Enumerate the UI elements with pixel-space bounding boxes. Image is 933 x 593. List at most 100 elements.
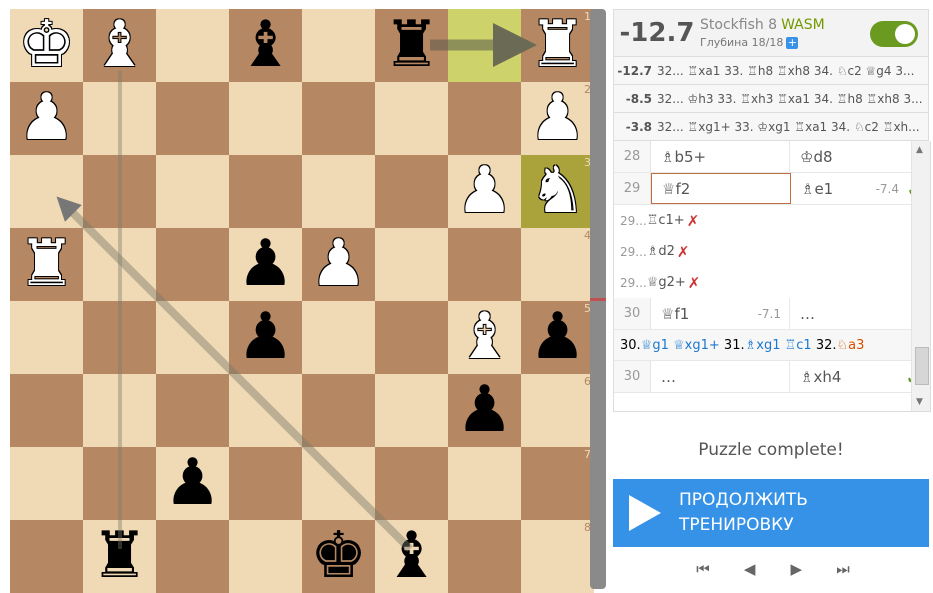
board-square[interactable]: ♝: [448, 301, 521, 374]
white-knight-icon[interactable]: ♞: [529, 155, 586, 228]
move-white[interactable]: …: [651, 361, 790, 392]
board-square[interactable]: [10, 155, 83, 228]
board-square[interactable]: 7: [521, 447, 594, 520]
black-rook-icon[interactable]: ♜: [91, 520, 148, 593]
board-square[interactable]: [156, 228, 229, 301]
board-square[interactable]: 8: [521, 520, 594, 593]
plus-icon[interactable]: +: [786, 37, 799, 49]
board-square[interactable]: ♟: [229, 228, 302, 301]
board-square[interactable]: ♝: [83, 9, 156, 82]
board-square[interactable]: ♟: [156, 447, 229, 520]
board-square[interactable]: 1 ♜: [521, 9, 594, 82]
board-square[interactable]: [448, 82, 521, 155]
board-square[interactable]: ♟: [10, 82, 83, 155]
board-square[interactable]: [156, 374, 229, 447]
move-white[interactable]: ♗b5+: [651, 141, 790, 172]
board-square[interactable]: [375, 447, 448, 520]
white-pawn-icon[interactable]: ♟: [529, 82, 586, 155]
board-square[interactable]: ♝: [375, 520, 448, 593]
black-pawn-icon[interactable]: ♟: [237, 301, 294, 374]
board-square[interactable]: ♜: [375, 9, 448, 82]
white-rook-icon[interactable]: ♜: [529, 9, 586, 82]
board-square[interactable]: ♜: [83, 520, 156, 593]
white-pawn-icon[interactable]: ♟: [456, 155, 513, 228]
pv-line[interactable]: -3.8 32... ♖xg1+ 33. ♔xg1 ♖xa1 34. ♘c2 ♖x…: [613, 113, 929, 141]
white-pawn-icon[interactable]: ♟: [310, 228, 367, 301]
board-square[interactable]: [448, 520, 521, 593]
black-bishop-icon[interactable]: ♝: [237, 9, 294, 82]
move-white[interactable]: ♕f1 -7.1: [651, 298, 790, 329]
move-black[interactable]: …: [790, 298, 929, 329]
board-square[interactable]: [448, 228, 521, 301]
move-white-selected[interactable]: ♕f2: [651, 173, 791, 204]
last-move-icon[interactable]: ⏭: [823, 557, 863, 581]
board-square[interactable]: [10, 447, 83, 520]
board-square[interactable]: ♟: [302, 228, 375, 301]
black-pawn-icon[interactable]: ♟: [164, 447, 221, 520]
board-square[interactable]: [448, 447, 521, 520]
board-square[interactable]: ♟: [448, 155, 521, 228]
board-square[interactable]: [229, 82, 302, 155]
board-square[interactable]: ♜: [10, 228, 83, 301]
white-king-icon[interactable]: ♚: [18, 9, 75, 82]
chess-board[interactable]: ♚ ♝ ♝ ♜ 1 ♜ ♟ 2 ♟ ♟ 3 ♞ ♜ ♟ ♟ 4 ♟ ♝ 5 ♟ ♟ 6 ♟ 7 ♜ ♚ ♝ 8: [10, 9, 594, 593]
scroll-thumb[interactable]: [915, 347, 929, 385]
move-black[interactable]: ♗e1-7.4✓: [791, 173, 930, 204]
board-square[interactable]: [375, 301, 448, 374]
white-bishop-icon[interactable]: ♝: [456, 301, 513, 374]
white-bishop-icon[interactable]: ♝: [91, 9, 148, 82]
board-square[interactable]: [10, 301, 83, 374]
board-square[interactable]: [302, 9, 375, 82]
board-square[interactable]: [229, 520, 302, 593]
bad-move[interactable]: 29... ♗d2 ✗: [614, 236, 930, 267]
board-square[interactable]: ♝: [229, 9, 302, 82]
board-square[interactable]: [83, 301, 156, 374]
board-square[interactable]: [156, 9, 229, 82]
prev-move-icon[interactable]: ◀: [730, 557, 770, 581]
pv-line[interactable]: -8.5 32... ♔h3 33. ♖xh3 ♖xa1 34. ♖h8 ♖xh8…: [613, 85, 929, 113]
board-square[interactable]: 2 ♟: [521, 82, 594, 155]
board-square[interactable]: 3 ♞: [521, 155, 594, 228]
black-king-icon[interactable]: ♚: [310, 520, 367, 593]
move-list-scrollbar[interactable]: ▲ ▼: [911, 141, 930, 411]
board-resize-handle[interactable]: [590, 9, 606, 589]
board-square[interactable]: [10, 374, 83, 447]
board-square[interactable]: [302, 155, 375, 228]
board-square[interactable]: [229, 374, 302, 447]
board-square[interactable]: [83, 82, 156, 155]
bad-move[interactable]: 29... ♕g2+ ✗: [614, 267, 930, 298]
board-square[interactable]: 6: [521, 374, 594, 447]
board-square[interactable]: [156, 82, 229, 155]
board-square[interactable]: [302, 82, 375, 155]
move-black[interactable]: ♗xh4✓: [790, 361, 929, 392]
black-pawn-icon[interactable]: ♟: [456, 374, 513, 447]
board-square[interactable]: [448, 9, 521, 82]
board-square[interactable]: [83, 228, 156, 301]
board-square[interactable]: [302, 301, 375, 374]
board-square[interactable]: ♚: [302, 520, 375, 593]
board-square[interactable]: ♟: [448, 374, 521, 447]
board-square[interactable]: [83, 374, 156, 447]
board-square[interactable]: [302, 374, 375, 447]
board-square[interactable]: [375, 82, 448, 155]
black-pawn-icon[interactable]: ♟: [237, 228, 294, 301]
board-square[interactable]: ♚: [10, 9, 83, 82]
next-move-icon[interactable]: ▶: [776, 557, 816, 581]
black-rook-icon[interactable]: ♜: [383, 9, 440, 82]
board-square[interactable]: [302, 447, 375, 520]
board-square[interactable]: [83, 155, 156, 228]
black-pawn-icon[interactable]: ♟: [529, 301, 586, 374]
variation-line[interactable]: 30. ♕g1 ♕xg1+ 31. ♗xg1 ♖c1 32. ♘a3: [614, 330, 930, 361]
board-square[interactable]: 4: [521, 228, 594, 301]
board-square[interactable]: [229, 447, 302, 520]
board-square[interactable]: [375, 228, 448, 301]
board-square[interactable]: [156, 520, 229, 593]
board-square[interactable]: [375, 374, 448, 447]
white-rook-icon[interactable]: ♜: [18, 228, 75, 301]
black-bishop-icon[interactable]: ♝: [383, 520, 440, 593]
continue-training-button[interactable]: ПРОДОЛЖИТЬ ТРЕНИРОВКУ: [613, 479, 929, 547]
board-square[interactable]: [10, 520, 83, 593]
board-square[interactable]: ♟: [229, 301, 302, 374]
first-move-icon[interactable]: ⏮: [683, 557, 723, 581]
bad-move[interactable]: 29... ♖c1+ ✗: [614, 205, 930, 236]
